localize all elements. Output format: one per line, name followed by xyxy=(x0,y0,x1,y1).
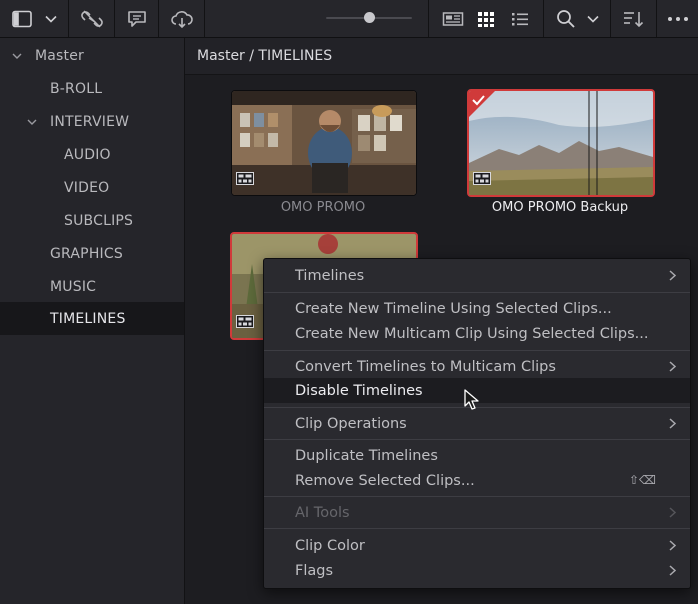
timeline-clip-icon xyxy=(473,172,491,185)
menu-item-duplicate-timelines[interactable]: Duplicate Timelines xyxy=(264,443,690,468)
menu-item-remove-selected-clips[interactable]: Remove Selected Clips... ⇧⌫ xyxy=(264,468,690,493)
sidebar-item-label: VIDEO xyxy=(64,179,110,196)
mouse-cursor-icon xyxy=(464,389,479,410)
timeline-clip-icon xyxy=(236,172,254,185)
cloud-icon[interactable] xyxy=(160,0,204,37)
search-chevron-icon[interactable] xyxy=(582,0,604,37)
list-view-icon[interactable] xyxy=(506,0,534,37)
sidebar-item-interview[interactable]: INTERVIEW xyxy=(0,105,184,138)
chevron-down-icon[interactable] xyxy=(40,0,62,37)
chevron-down-icon[interactable] xyxy=(27,117,37,127)
chevron-right-icon xyxy=(669,565,676,576)
metadata-view-icon[interactable] xyxy=(436,0,470,37)
bin-sidebar: Master B-ROLL INTERVIEW AUDIO VIDEO SUBC… xyxy=(0,38,185,604)
shortcut-shift-delete: ⇧⌫ xyxy=(628,473,656,487)
comment-icon[interactable] xyxy=(116,0,158,37)
sidebar-item-graphics[interactable]: GRAPHICS xyxy=(0,237,184,270)
menu-item-clip-color[interactable]: Clip Color xyxy=(264,533,690,558)
sidebar-item-video[interactable]: VIDEO xyxy=(0,171,184,204)
sidebar-item-audio[interactable]: AUDIO xyxy=(0,138,184,171)
menu-item-label: Create New Multicam Clip Using Selected … xyxy=(295,325,649,342)
chevron-right-icon xyxy=(669,270,676,281)
desert-landscape-thumbnail xyxy=(469,91,653,195)
sidebar-item-label: MUSIC xyxy=(50,278,97,295)
menu-item-label: Disable Timelines xyxy=(295,382,423,399)
clip-thumbnail-omo-promo[interactable] xyxy=(231,90,417,196)
menu-item-flags[interactable]: Flags xyxy=(264,558,690,583)
grid-view-icon[interactable] xyxy=(472,0,500,37)
sort-icon[interactable] xyxy=(616,0,650,37)
sidebar-item-timelines[interactable]: TIMELINES xyxy=(0,302,184,335)
sidebar-item-music[interactable]: MUSIC xyxy=(0,270,184,303)
clip-thumbnail-omo-promo-backup[interactable] xyxy=(467,89,655,197)
context-menu: Timelines Create New Timeline Using Sele… xyxy=(263,258,691,589)
chevron-right-icon xyxy=(669,507,676,518)
more-icon[interactable] xyxy=(660,0,696,37)
clip-name: OMO PROMO xyxy=(280,200,366,215)
unlink-icon[interactable] xyxy=(70,0,114,37)
menu-item-label: Clip Color xyxy=(295,537,365,554)
chevron-right-icon xyxy=(669,418,676,429)
menu-item-timelines[interactable]: Timelines xyxy=(264,263,690,288)
sidebar-item-label: INTERVIEW xyxy=(50,113,130,130)
panel-layout-icon[interactable] xyxy=(4,0,40,37)
breadcrumb: Master / TIMELINES xyxy=(185,38,698,75)
chevron-down-icon[interactable] xyxy=(12,51,22,61)
menu-item-label: Clip Operations xyxy=(295,415,407,432)
sidebar-item-label: AUDIO xyxy=(64,146,111,163)
search-icon[interactable] xyxy=(550,0,582,37)
sidebar-item-label: Master xyxy=(35,47,85,64)
clip-name: OMO PROMO Backup xyxy=(491,200,629,215)
sidebar-item-label: TIMELINES xyxy=(50,310,126,327)
sidebar-item-master[interactable]: Master xyxy=(0,39,184,72)
menu-item-label: Convert Timelines to Multicam Clips xyxy=(295,358,556,375)
store-interior-thumbnail xyxy=(232,91,416,195)
sidebar-item-b-roll[interactable]: B-ROLL xyxy=(0,72,184,105)
sidebar-item-subclips[interactable]: SUBCLIPS xyxy=(0,204,184,237)
menu-item-label: Flags xyxy=(295,562,334,579)
chevron-right-icon xyxy=(669,540,676,551)
breadcrumb-text: Master / TIMELINES xyxy=(197,48,333,64)
sidebar-item-label: GRAPHICS xyxy=(50,245,123,262)
menu-item-ai-tools: AI Tools xyxy=(264,500,690,525)
menu-item-label: Remove Selected Clips... xyxy=(295,472,475,489)
menu-item-clip-operations[interactable]: Clip Operations xyxy=(264,411,690,436)
chevron-right-icon xyxy=(669,361,676,372)
menu-item-convert-to-multicam[interactable]: Convert Timelines to Multicam Clips xyxy=(264,354,690,379)
timeline-clip-icon xyxy=(236,315,254,328)
sidebar-item-label: SUBCLIPS xyxy=(64,212,134,229)
menu-item-label: Create New Timeline Using Selected Clips… xyxy=(295,300,612,317)
menu-item-label: Timelines xyxy=(295,267,365,284)
toolbar xyxy=(0,0,698,38)
menu-item-label: Duplicate Timelines xyxy=(295,447,438,464)
sidebar-item-label: B-ROLL xyxy=(50,80,103,97)
menu-item-label: AI Tools xyxy=(295,504,350,521)
menu-item-create-multicam-clip[interactable]: Create New Multicam Clip Using Selected … xyxy=(264,321,690,346)
menu-item-create-new-timeline[interactable]: Create New Timeline Using Selected Clips… xyxy=(264,296,690,321)
zoom-slider-knob[interactable] xyxy=(363,12,375,23)
